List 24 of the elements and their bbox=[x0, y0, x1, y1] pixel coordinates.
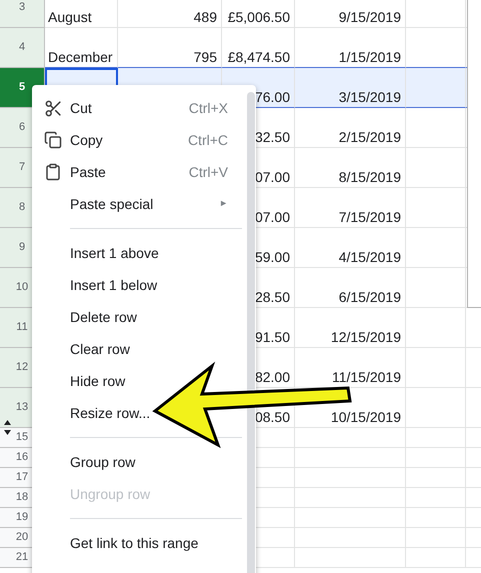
table-cell-text: 2/15/2019 bbox=[338, 129, 401, 145]
table-cell-text: August bbox=[48, 9, 93, 25]
table-cell-text: 9/15/2019 bbox=[338, 9, 401, 25]
table-cell-text: £5,006.50 bbox=[226, 9, 290, 25]
table-cell-text: 91.50 bbox=[254, 329, 290, 345]
table-cell-text: 3/15/2019 bbox=[338, 89, 401, 105]
table-cell-text: 08.50 bbox=[254, 409, 290, 425]
table-cell-text: 489 bbox=[192, 9, 217, 25]
table-cell-text: 1/15/2019 bbox=[338, 49, 401, 65]
table-cell-text: 11/15/2019 bbox=[330, 369, 401, 385]
table-cell-text: 59.00 bbox=[254, 249, 290, 265]
table-cell-text: 7/15/2019 bbox=[338, 209, 401, 225]
table-cell-text: 6/15/2019 bbox=[338, 289, 401, 305]
table-cell-text: £8,474.50 bbox=[226, 49, 290, 65]
table-cell-text: 28.50 bbox=[254, 289, 290, 305]
table-cell-text: 12/15/2019 bbox=[330, 329, 401, 345]
table-cell-text: 82.00 bbox=[254, 369, 290, 385]
table-cell-text: 07.00 bbox=[254, 209, 290, 225]
table-cell-text: 8/15/2019 bbox=[338, 169, 401, 185]
table-cell-text: December bbox=[48, 49, 114, 65]
table-cell-text: 4/15/2019 bbox=[338, 249, 401, 265]
table-cell-text: 76.00 bbox=[254, 89, 290, 105]
table-cell-text: 10/15/2019 bbox=[330, 409, 401, 425]
table-cell-text: 795 bbox=[192, 49, 217, 65]
